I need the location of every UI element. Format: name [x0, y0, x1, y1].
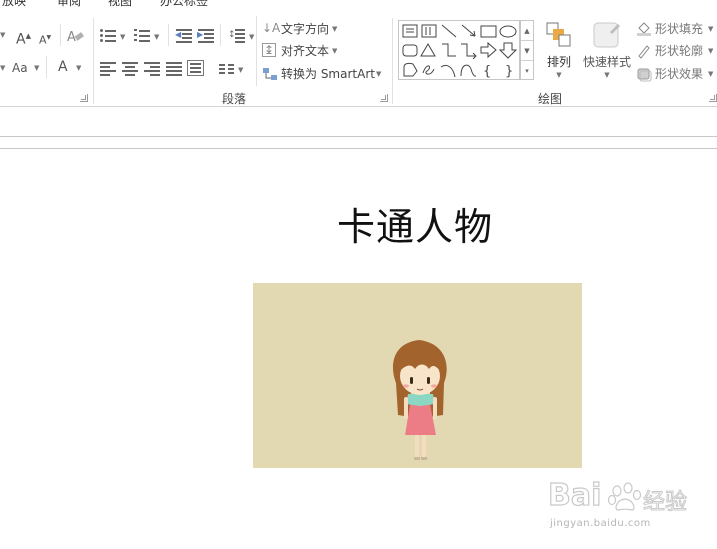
- shape-effects-icon[interactable]: [636, 66, 652, 86]
- shape-effects-button[interactable]: 形状效果: [655, 66, 703, 82]
- shape-effects-arrow[interactable]: ▼: [708, 70, 713, 78]
- text-direction-icon[interactable]: ↓A: [262, 20, 280, 36]
- gallery-scroll-down-icon[interactable]: ▼: [521, 41, 533, 61]
- font-color-button[interactable]: A: [58, 59, 68, 75]
- vertical-text-box-icon[interactable]: [421, 24, 437, 38]
- change-case-button[interactable]: Aa: [12, 60, 28, 76]
- baidu-jingyan-watermark: Bai 经验 jingyan.baidu.com: [547, 477, 708, 538]
- ribbon-tab-strip: 放映 审阅 视图 办公标签: [0, 0, 717, 14]
- change-case-arrow[interactable]: ▼: [34, 64, 39, 72]
- right-brace-icon[interactable]: }: [505, 64, 513, 79]
- drawing-group-label: 绘图: [538, 92, 563, 106]
- increase-indent-icon[interactable]: ▶: [197, 29, 214, 43]
- arrow-line-icon[interactable]: [461, 24, 476, 37]
- pen-outline-icon[interactable]: [636, 43, 652, 63]
- watermark-url: jingyan.baidu.com: [550, 518, 651, 529]
- elbow-connector-icon[interactable]: [442, 43, 456, 57]
- paragraph-dialog-launcher[interactable]: [380, 94, 388, 102]
- arrange-icon: [546, 22, 571, 47]
- grow-font-button[interactable]: A▲: [16, 28, 31, 48]
- triangle-icon[interactable]: [420, 43, 436, 57]
- smartart-icon[interactable]: [262, 66, 278, 86]
- right-arrow-icon[interactable]: [480, 41, 497, 59]
- tab-view[interactable]: 视图: [108, 0, 132, 9]
- gallery-scroll-up-icon[interactable]: ▲: [521, 21, 533, 41]
- clear-formatting-icon[interactable]: A: [66, 27, 84, 49]
- justify-icon[interactable]: [166, 61, 182, 76]
- svg-text:A: A: [67, 30, 76, 45]
- align-text-icon[interactable]: ↨: [262, 43, 276, 57]
- cartoon-girl-illustration: [392, 340, 447, 460]
- scribble-icon[interactable]: [422, 65, 435, 75]
- baidu-paw-icon: [608, 482, 642, 511]
- shape-fill-button[interactable]: 形状填充: [655, 21, 703, 37]
- drawing-dialog-launcher[interactable]: [709, 94, 717, 102]
- tab-review[interactable]: 审阅: [57, 0, 81, 9]
- shape-outline-arrow[interactable]: ▼: [708, 47, 713, 55]
- align-left-icon[interactable]: [100, 61, 116, 76]
- decrease-indent-icon[interactable]: ◀: [175, 29, 192, 43]
- elbow-arrow-connector-icon[interactable]: [461, 43, 477, 60]
- numbering-arrow[interactable]: ▼: [154, 33, 159, 41]
- slide-top-edge: [0, 148, 717, 149]
- watermark-brand: Bai: [547, 477, 602, 513]
- line-spacing-arrow[interactable]: ▼: [249, 33, 254, 41]
- paragraph-group-label: 段落: [222, 92, 247, 106]
- align-center-icon[interactable]: [122, 61, 138, 76]
- convert-smartart-arrow[interactable]: ▼: [376, 70, 381, 78]
- gallery-more-icon[interactable]: ▾: [521, 61, 533, 81]
- text-direction-button[interactable]: 文字方向: [281, 21, 329, 37]
- freeform-icon[interactable]: [403, 62, 418, 77]
- tab-office-tab[interactable]: 办公标签: [160, 0, 208, 9]
- font-size-dropdown-arrow[interactable]: ▼: [0, 31, 5, 39]
- slide-title[interactable]: 卡通人物: [300, 196, 530, 251]
- distributed-icon[interactable]: [187, 60, 204, 76]
- font-color-arrow[interactable]: ▼: [76, 64, 81, 72]
- tab-slideshow[interactable]: 放映: [2, 0, 26, 9]
- cartoon-girl-picture[interactable]: [253, 283, 582, 468]
- bullets-icon[interactable]: [100, 28, 116, 42]
- text-box-icon[interactable]: [402, 24, 418, 38]
- text-direction-arrow[interactable]: ▼: [332, 25, 337, 33]
- shape-outline-button[interactable]: 形状轮廓: [655, 43, 703, 59]
- numbering-icon[interactable]: [134, 28, 150, 42]
- quick-styles-button[interactable]: 快速样式 ▼: [580, 20, 634, 79]
- align-text-button[interactable]: 对齐文本: [281, 43, 329, 59]
- columns-icon[interactable]: [219, 61, 235, 75]
- shapes-gallery[interactable]: { }: [398, 20, 520, 80]
- convert-smartart-button[interactable]: 转换为 SmartArt: [281, 66, 375, 82]
- align-text-arrow[interactable]: ▼: [332, 47, 337, 55]
- ribbon: ▼ A▲ A▼ A ▼ Aa ▼ A ▼ ▼ ▼ ◀ ▶ ↕ ▼ ▼ ↓A 文字…: [0, 14, 717, 107]
- align-right-icon[interactable]: [144, 61, 160, 76]
- arc-icon[interactable]: [440, 64, 456, 78]
- font-arrow[interactable]: ▼: [0, 64, 5, 72]
- shrink-font-button[interactable]: A▼: [39, 30, 51, 49]
- down-arrow-icon[interactable]: [498, 42, 518, 59]
- arrange-button[interactable]: 排列 ▼: [541, 20, 577, 79]
- ruler-divider: [0, 136, 717, 137]
- paint-bucket-icon[interactable]: [636, 20, 652, 40]
- quick-styles-icon: [593, 22, 620, 48]
- oval-icon[interactable]: [499, 25, 517, 38]
- rectangle-icon[interactable]: [480, 25, 497, 38]
- line-spacing-icon[interactable]: ↕: [228, 28, 245, 43]
- bullets-arrow[interactable]: ▼: [120, 33, 125, 41]
- font-dialog-launcher[interactable]: [80, 94, 88, 102]
- shape-fill-arrow[interactable]: ▼: [708, 25, 713, 33]
- rounded-rectangle-icon[interactable]: [402, 44, 418, 57]
- left-brace-icon[interactable]: {: [483, 64, 491, 79]
- curve-icon[interactable]: [460, 64, 477, 77]
- line-icon[interactable]: [441, 24, 457, 38]
- shapes-gallery-scrollbar[interactable]: ▲ ▼ ▾: [520, 20, 534, 80]
- columns-arrow[interactable]: ▼: [238, 66, 243, 74]
- watermark-suffix: 经验: [642, 490, 688, 516]
